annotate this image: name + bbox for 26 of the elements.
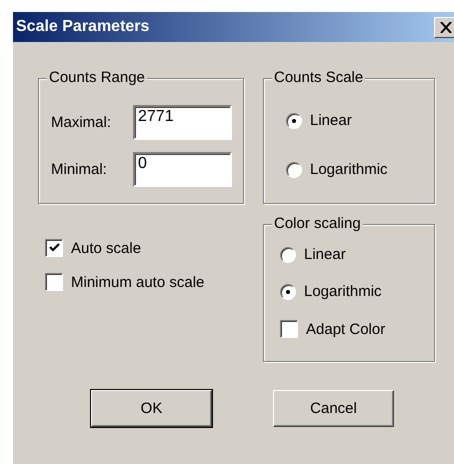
cancel-button[interactable]: Cancel xyxy=(273,390,394,427)
check-icon xyxy=(48,243,60,253)
window-title: Scale Parameters xyxy=(16,18,150,36)
checkbox[interactable] xyxy=(45,239,63,257)
close-icon xyxy=(440,22,452,32)
ok-button[interactable]: OK xyxy=(91,390,212,427)
radio-button[interactable] xyxy=(286,162,302,178)
field-label: Minimal: xyxy=(51,161,108,178)
checkbox[interactable] xyxy=(45,273,63,291)
group-label: Counts Range xyxy=(47,69,147,87)
option-label[interactable]: Logarithmic xyxy=(304,283,382,300)
radio-button[interactable] xyxy=(280,284,296,300)
checkbox[interactable] xyxy=(280,320,298,338)
field-label: Maximal: xyxy=(51,114,112,131)
option-label[interactable]: Adapt Color xyxy=(306,320,386,338)
radio-button[interactable] xyxy=(280,246,296,262)
option-label[interactable]: Minimum auto scale xyxy=(71,274,204,290)
input-field[interactable]: 0 xyxy=(133,152,232,187)
input-field[interactable]: 2771 xyxy=(133,105,232,140)
option-label[interactable]: Auto scale xyxy=(71,240,142,256)
radio-button[interactable] xyxy=(286,112,302,128)
option-label[interactable]: Linear xyxy=(304,246,346,263)
close-button[interactable] xyxy=(434,16,454,38)
option-label[interactable]: Logarithmic xyxy=(310,161,388,178)
option-label[interactable]: Linear xyxy=(310,112,352,129)
group-label: Color scaling xyxy=(272,215,363,233)
